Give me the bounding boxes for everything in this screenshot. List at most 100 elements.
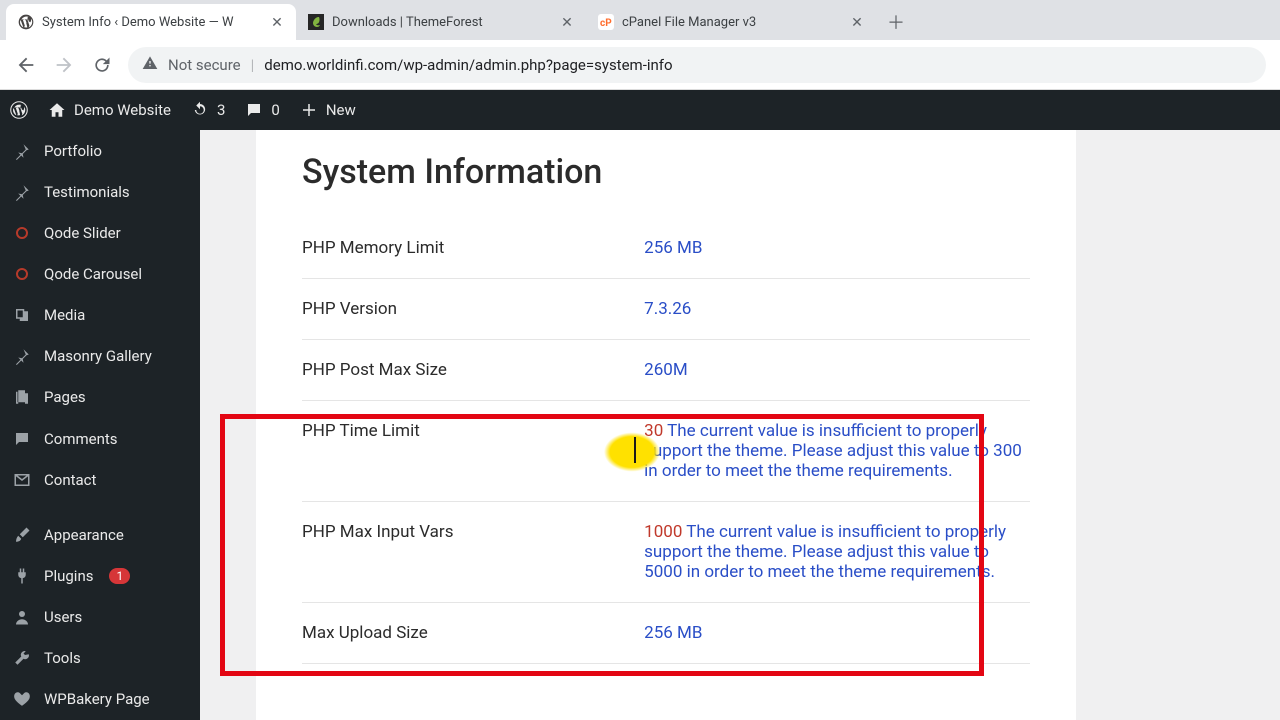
row-label: PHP Max Input Vars — [302, 502, 644, 603]
sidebar-item-label: Masonry Gallery — [44, 347, 152, 365]
system-info-panel: System Information PHP Memory Limit256 M… — [256, 130, 1076, 720]
sidebar-item-qode-slider[interactable]: Qode Slider — [0, 212, 200, 253]
url-text: demo.worldinfi.com/wp-admin/admin.php?pa… — [264, 56, 672, 74]
brush-icon — [12, 525, 32, 545]
media-icon — [12, 305, 32, 325]
sidebar-item-label: Media — [44, 306, 85, 324]
sidebar-item-label: WPBakery Page — [44, 690, 150, 708]
user-icon — [12, 607, 32, 627]
browser-tab[interactable]: Downloads | ThemeForest ✕ — [296, 4, 586, 40]
sidebar-item-contact[interactable]: Contact — [0, 459, 200, 500]
sidebar-item-media[interactable]: Media — [0, 295, 200, 336]
tab-title: cPanel File Manager v3 — [622, 15, 842, 30]
browser-tab[interactable]: System Info ‹ Demo Website — W ✕ — [6, 4, 296, 40]
sidebar-item-label: Users — [44, 608, 82, 626]
updates-count: 3 — [217, 101, 225, 119]
row-value: 1000 The current value is insufficient t… — [644, 502, 1030, 603]
plus-icon — [300, 101, 318, 119]
back-button[interactable] — [14, 53, 38, 77]
sidebar-item-masonry-gallery[interactable]: Masonry Gallery — [0, 336, 200, 377]
row-label: PHP Memory Limit — [302, 218, 644, 279]
forward-button[interactable] — [52, 53, 76, 77]
row-label: PHP Time Limit — [302, 401, 644, 502]
svg-text:cP: cP — [600, 18, 612, 29]
close-icon[interactable]: ✕ — [270, 15, 284, 29]
insecure-icon — [142, 55, 158, 75]
qode-icon — [12, 223, 32, 243]
browser-toolbar: Not secure | demo.worldinfi.com/wp-admin… — [0, 40, 1280, 90]
page-icon — [12, 387, 32, 407]
comments-count: 0 — [271, 101, 279, 119]
table-row: PHP Time Limit30 The current value is in… — [302, 401, 1030, 502]
home-icon — [48, 101, 66, 119]
sidebar-item-qode-carousel[interactable]: Qode Carousel — [0, 253, 200, 294]
comments-link[interactable]: 0 — [245, 101, 279, 119]
row-value: 7.3.26 — [644, 279, 1030, 340]
comment-icon — [245, 101, 263, 119]
sidebar-item-label: Qode Carousel — [44, 265, 142, 283]
table-row: PHP Memory Limit256 MB — [302, 218, 1030, 279]
table-row: PHP Max Input Vars1000 The current value… — [302, 502, 1030, 603]
sidebar-item-label: Pages — [44, 388, 86, 406]
sidebar-item-users[interactable]: Users — [0, 597, 200, 638]
new-link[interactable]: New — [300, 101, 356, 119]
wp-admin-bar: Demo Website 3 0 New — [0, 90, 1280, 130]
row-label: PHP Post Max Size — [302, 340, 644, 401]
close-icon[interactable]: ✕ — [850, 15, 864, 29]
sidebar-item-label: Testimonials — [44, 183, 130, 201]
info-table: PHP Memory Limit256 MBPHP Version7.3.26P… — [302, 218, 1030, 664]
sidebar-item-testimonials[interactable]: Testimonials — [0, 171, 200, 212]
sidebar-item-label: Qode Slider — [44, 224, 121, 242]
pin-icon — [12, 346, 32, 366]
sidebar-item-tools[interactable]: Tools — [0, 638, 200, 679]
sidebar-item-label: Comments — [44, 430, 118, 448]
updates-icon — [191, 101, 209, 119]
sidebar-item-portfolio[interactable]: Portfolio — [0, 130, 200, 171]
tab-title: System Info ‹ Demo Website — W — [42, 15, 262, 30]
wp-logo[interactable] — [10, 101, 28, 119]
sidebar-item-label: Portfolio — [44, 142, 102, 160]
row-value: 260M — [644, 340, 1030, 401]
wordpress-icon — [10, 101, 28, 119]
table-row: PHP Version7.3.26 — [302, 279, 1030, 340]
sidebar-item-wpbakery-page[interactable]: WPBakery Page — [0, 679, 200, 720]
sidebar-item-plugins[interactable]: Plugins 1 — [0, 555, 200, 596]
row-label: PHP Version — [302, 279, 644, 340]
updates-link[interactable]: 3 — [191, 101, 225, 119]
pin-icon — [12, 182, 32, 202]
row-value: 256 MB — [644, 218, 1030, 279]
site-link[interactable]: Demo Website — [48, 101, 171, 119]
pin-icon — [12, 141, 32, 161]
new-tab-button[interactable]: ＋ — [882, 8, 910, 36]
browser-tab[interactable]: cP cPanel File Manager v3 ✕ — [586, 4, 876, 40]
sidebar-item-comments[interactable]: Comments — [0, 418, 200, 459]
separator: | — [251, 56, 255, 74]
insecure-label: Not secure — [168, 56, 241, 74]
reload-button[interactable] — [90, 53, 114, 77]
badge-count: 1 — [109, 568, 130, 584]
wrench-icon — [12, 648, 32, 668]
table-row: PHP Post Max Size260M — [302, 340, 1030, 401]
envato-icon — [308, 14, 324, 30]
row-label: Max Upload Size — [302, 603, 644, 664]
close-icon[interactable]: ✕ — [560, 15, 574, 29]
sidebar-item-label: Contact — [44, 471, 96, 489]
row-value: 30 The current value is insufficient to … — [644, 401, 1030, 502]
page-title: System Information — [302, 152, 1030, 192]
qode-icon — [12, 264, 32, 284]
table-row: Max Upload Size256 MB — [302, 603, 1030, 664]
new-label: New — [326, 101, 356, 119]
address-bar[interactable]: Not secure | demo.worldinfi.com/wp-admin… — [128, 47, 1266, 83]
comment-icon — [12, 429, 32, 449]
content-area: System Information PHP Memory Limit256 M… — [200, 130, 1280, 720]
row-value: 256 MB — [644, 603, 1030, 664]
sidebar-item-label: Tools — [44, 649, 81, 667]
sidebar-item-appearance[interactable]: Appearance — [0, 514, 200, 555]
cpanel-icon: cP — [598, 14, 614, 30]
wp-sidebar: Portfolio Testimonials Qode Slider Qode Car… — [0, 130, 200, 720]
site-name: Demo Website — [74, 101, 171, 119]
mail-icon — [12, 470, 32, 490]
sidebar-item-label: Plugins — [44, 567, 93, 585]
tab-title: Downloads | ThemeForest — [332, 15, 552, 30]
sidebar-item-pages[interactable]: Pages — [0, 377, 200, 418]
